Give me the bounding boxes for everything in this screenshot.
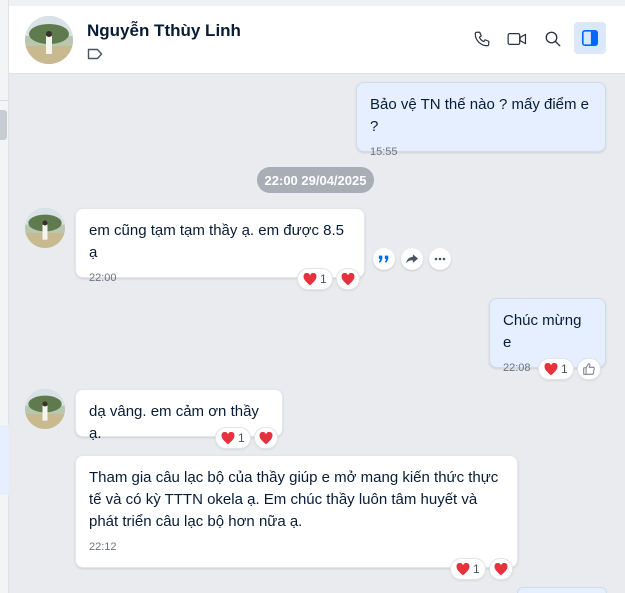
label-tag-icon[interactable] — [87, 48, 103, 60]
react-heart-button[interactable] — [489, 558, 513, 580]
message-bubble-incoming[interactable]: Tham gia câu lạc bộ của thầy giúp e mở m… — [75, 455, 518, 568]
message-time: 22:12 — [89, 541, 117, 553]
reaction-count: 1 — [473, 562, 480, 576]
message-bubble-incoming[interactable]: dạ vâng. em cảm ơn thầy ạ. — [75, 389, 283, 442]
message-text: em cũng tạm tạm thầy ạ. em được 8.5 ạ — [89, 222, 344, 261]
contact-avatar-small[interactable] — [25, 208, 65, 248]
sidebar-toggle-icon[interactable] — [574, 22, 606, 54]
contact-avatar-small[interactable] — [25, 389, 65, 429]
selected-conversation-edge[interactable] — [0, 425, 9, 495]
heart-reaction-icon — [303, 272, 317, 285]
phone-icon[interactable] — [471, 28, 493, 50]
heart-reaction-icon — [221, 431, 235, 444]
contact-name[interactable]: Nguyễn Tthùy Linh — [87, 21, 241, 41]
message-text: Bảo vệ TN thế nào ? mấy điểm e ? — [370, 96, 590, 135]
reaction-count: 1 — [238, 431, 245, 445]
heart-icon — [341, 272, 355, 285]
heart-reaction-icon — [544, 362, 558, 375]
share-icon[interactable] — [401, 248, 423, 270]
chat-header: Nguyễn Tthùy Linh — [9, 0, 625, 74]
message-text: Chúc mừng e — [503, 312, 582, 351]
date-separator-badge: 22:00 29/04/2025 — [257, 167, 374, 193]
reaction-summary[interactable]: 1 — [215, 427, 251, 449]
heart-reaction-icon — [456, 562, 470, 575]
react-heart-button[interactable] — [254, 427, 278, 449]
contact-avatar[interactable] — [25, 16, 73, 64]
quote-icon[interactable] — [373, 248, 395, 270]
divider — [0, 100, 9, 101]
more-icon[interactable] — [429, 248, 451, 270]
conversation-list-edge — [0, 0, 9, 593]
like-reaction-button[interactable] — [577, 358, 601, 380]
react-heart-button[interactable] — [336, 268, 360, 290]
scrollbar-thumb[interactable] — [0, 110, 7, 140]
message-time: 15:55 — [370, 146, 398, 158]
message-bubble-outgoing-partial[interactable] — [517, 587, 607, 593]
heart-icon — [259, 431, 273, 444]
reaction-count: 1 — [561, 362, 568, 376]
heart-icon — [494, 562, 508, 575]
search-icon[interactable] — [542, 28, 564, 50]
reaction-summary[interactable]: 1 — [450, 558, 486, 580]
message-bubble-outgoing[interactable]: Bảo vệ TN thế nào ? mấy điểm e ? 15:55 — [356, 82, 606, 158]
reaction-count: 1 — [320, 272, 327, 286]
reaction-summary[interactable]: 1 — [297, 268, 333, 290]
thumbs-up-icon — [583, 363, 595, 375]
reaction-summary[interactable]: 1 — [538, 358, 574, 380]
video-call-icon[interactable] — [506, 28, 528, 50]
window-top-band — [9, 0, 625, 6]
message-text: Tham gia câu lạc bộ của thầy giúp e mở m… — [89, 469, 499, 530]
